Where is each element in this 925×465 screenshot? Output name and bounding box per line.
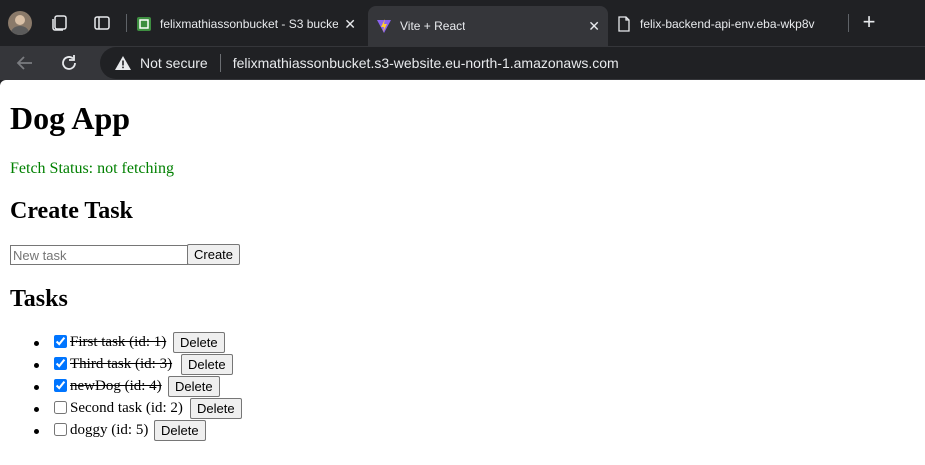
- page-icon: [618, 16, 630, 32]
- tab-strip: felixmathiassonbucket - S3 bucke ✕ Vite …: [0, 0, 925, 46]
- tab-title: felixmathiassonbucket - S3 bucke: [160, 17, 338, 31]
- s3-bucket-icon: [137, 17, 151, 31]
- bullet: [34, 385, 39, 390]
- tab-title: felix-backend-api-env.eba-wkp8v: [640, 17, 815, 31]
- close-icon[interactable]: ✕: [344, 16, 356, 33]
- task-checkbox[interactable]: [54, 379, 67, 392]
- task-checkbox[interactable]: [54, 335, 67, 348]
- page-title: Dog App: [10, 100, 131, 136]
- tab-title: Vite + React: [400, 19, 466, 33]
- browser-toolbar: Not secure felixmathiassonbucket.s3-webs…: [0, 46, 925, 80]
- fetch-status: Fetch Status: not fetching: [10, 160, 174, 177]
- bullet: [34, 363, 39, 368]
- security-status[interactable]: Not secure: [140, 55, 208, 71]
- create-button[interactable]: Create: [187, 244, 241, 265]
- bullet: [34, 429, 39, 434]
- task-label: First task (id: 1): [70, 334, 167, 350]
- task-label: newDog (id: 4): [70, 378, 162, 394]
- new-task-input[interactable]: [10, 245, 188, 265]
- workspaces-icon[interactable]: [50, 13, 70, 33]
- tab-actions-icon[interactable]: [92, 13, 112, 33]
- tab-vite-react[interactable]: Vite + React ✕: [368, 6, 608, 46]
- bullet: [34, 407, 39, 412]
- task-checkbox[interactable]: [54, 357, 67, 370]
- task-checkbox[interactable]: [54, 401, 67, 414]
- new-tab-button[interactable]: +: [858, 11, 880, 33]
- create-task-heading: Create Task: [10, 198, 133, 224]
- delete-button[interactable]: Delete: [168, 376, 220, 397]
- address-bar[interactable]: Not secure felixmathiassonbucket.s3-webs…: [100, 47, 925, 79]
- tasks-heading: Tasks: [10, 286, 68, 312]
- tab-backend-api[interactable]: felix-backend-api-env.eba-wkp8v: [608, 8, 848, 40]
- tab-s3-bucket[interactable]: felixmathiassonbucket - S3 bucke ✕: [128, 8, 364, 40]
- warning-icon[interactable]: [114, 55, 132, 71]
- task-label: Third task (id: 3): [70, 356, 173, 372]
- page-content: Dog App Fetch Status: not fetching Creat…: [0, 80, 925, 465]
- delete-button[interactable]: Delete: [173, 332, 225, 353]
- back-arrow-icon[interactable]: [14, 52, 36, 74]
- task-label: Second task (id: 2): [70, 400, 183, 416]
- bullet: [34, 341, 39, 346]
- vite-icon: [377, 19, 391, 33]
- url-text[interactable]: felixmathiassonbucket.s3-website.eu-nort…: [233, 55, 619, 71]
- delete-button[interactable]: Delete: [181, 354, 233, 375]
- tab-separator: [126, 14, 127, 32]
- task-checkbox[interactable]: [54, 423, 67, 436]
- tab-separator: [848, 14, 849, 32]
- task-label: doggy (id: 5): [70, 422, 149, 438]
- delete-button[interactable]: Delete: [190, 398, 242, 419]
- close-icon[interactable]: ✕: [588, 18, 600, 35]
- reload-icon[interactable]: [58, 52, 80, 74]
- profile-avatar[interactable]: [8, 11, 32, 35]
- omnibox-separator: [219, 54, 221, 72]
- delete-button[interactable]: Delete: [154, 420, 206, 441]
